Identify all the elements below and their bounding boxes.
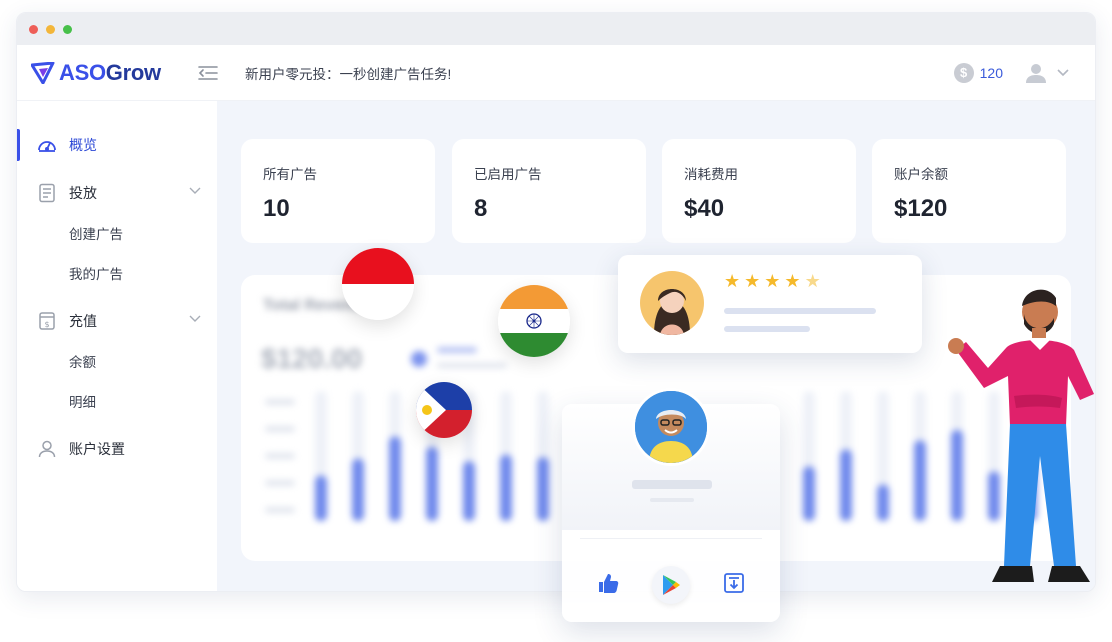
document-icon	[37, 183, 57, 203]
logo-aso: ASO	[59, 59, 106, 85]
logo-grow: Grow	[105, 59, 161, 85]
sidebar-item-campaign[interactable]: 投放	[17, 173, 217, 213]
stat-card-balance[interactable]: 账户余额 $120	[872, 139, 1066, 243]
stat-label: 所有广告	[263, 167, 317, 182]
star-icon: ★	[724, 271, 741, 291]
sidebar-subitem-create-ad[interactable]: 创建广告	[17, 213, 217, 253]
stat-card-all-ads[interactable]: 所有广告 10	[241, 139, 435, 243]
review-text-line	[724, 326, 810, 332]
promo-text: 新用户零元投：一秒创建广告任务!	[245, 66, 452, 82]
sidebar: 概览 投放 创建广告 我的广告 $ 充值 余额 明细 账户设置	[17, 101, 217, 591]
review-text-line	[724, 308, 876, 314]
chevron-down-icon	[1057, 68, 1069, 76]
sidebar-item-recharge[interactable]: $ 充值	[17, 301, 217, 341]
chart-bar	[840, 449, 852, 521]
chart-bar	[463, 461, 475, 521]
logo[interactable]: ASOGrow	[31, 60, 181, 86]
sidebar-subitem-balance[interactable]: 余额	[17, 341, 217, 381]
sidebar-item-label: 投放	[69, 185, 97, 201]
chart-bar	[537, 457, 549, 521]
sidebar-item-overview[interactable]: 概览	[17, 125, 217, 165]
y-tick-placeholder	[265, 399, 295, 405]
user-menu[interactable]	[1025, 62, 1069, 84]
stat-label: 账户余额	[894, 167, 948, 182]
download-icon[interactable]	[723, 572, 745, 599]
chart-bar	[389, 436, 401, 521]
coin-balance[interactable]: $ 120	[953, 62, 1003, 83]
coin-balance-value: 120	[979, 64, 1003, 81]
chart-bar	[426, 446, 438, 521]
app-subtitle-placeholder	[650, 498, 694, 502]
close-dot[interactable]	[29, 24, 38, 34]
maximize-dot[interactable]	[63, 24, 72, 34]
indonesia-flag-icon	[342, 248, 414, 320]
chevron-down-icon[interactable]	[189, 187, 201, 195]
y-tick-placeholder	[265, 480, 295, 486]
person-illustration	[948, 289, 1094, 582]
minimize-dot[interactable]	[46, 24, 55, 34]
marketing-hero: ASOGrow 新用户零元投：一秒创建广告任务! $ 120 概览 投放 创建广…	[0, 0, 1112, 642]
app-actions	[562, 566, 780, 604]
sidebar-subitem-my-ads[interactable]: 我的广告	[17, 253, 217, 293]
sidebar-item-label: 概览	[69, 137, 97, 153]
collapse-sidebar-icon[interactable]	[197, 62, 219, 84]
stat-label: 已启用广告	[474, 167, 542, 182]
star-half-icon: ★	[804, 271, 821, 291]
window-titlebar	[17, 13, 1095, 45]
google-play-icon[interactable]	[651, 566, 690, 604]
stat-label: 消耗费用	[684, 167, 738, 182]
chart-bar	[877, 484, 889, 521]
chart-bar	[803, 466, 815, 521]
recharge-icon: $	[37, 311, 57, 331]
philippines-flag-icon	[416, 382, 472, 438]
y-tick-placeholder	[265, 426, 295, 432]
divider	[580, 538, 762, 539]
stat-value: 8	[474, 195, 488, 222]
app-avatar	[632, 388, 710, 466]
y-tick-placeholder	[265, 453, 295, 459]
thumbs-up-icon[interactable]	[597, 573, 619, 598]
stat-value: $120	[894, 195, 948, 222]
chart-bar	[352, 458, 364, 521]
star-icon: ★	[784, 271, 801, 291]
dashboard-icon	[37, 135, 57, 155]
reviewer-avatar	[640, 271, 704, 335]
user-icon	[37, 439, 57, 459]
rating-stars: ★ ★ ★ ★ ★	[724, 271, 821, 292]
india-flag-icon	[498, 285, 570, 357]
stat-card-spend[interactable]: 消耗费用 $40	[662, 139, 856, 243]
sidebar-item-account-settings[interactable]: 账户设置	[17, 429, 217, 469]
chart-bar	[500, 454, 512, 521]
coin-icon: $	[953, 62, 974, 83]
svg-text:$: $	[44, 320, 49, 329]
app-header: ASOGrow 新用户零元投：一秒创建广告任务! $ 120	[17, 45, 1095, 101]
chevron-down-icon[interactable]	[189, 315, 201, 323]
sidebar-subitem-details[interactable]: 明细	[17, 381, 217, 421]
y-tick-placeholder	[265, 507, 295, 513]
stat-value: 10	[263, 195, 290, 222]
app-name-placeholder	[632, 480, 712, 489]
logo-icon	[31, 61, 55, 84]
stat-card-active-ads[interactable]: 已启用广告 8	[452, 139, 646, 243]
star-icon: ★	[744, 271, 761, 291]
stat-value: $40	[684, 195, 725, 222]
review-card: ★ ★ ★ ★ ★	[618, 255, 922, 353]
user-avatar-icon	[1026, 63, 1046, 83]
sidebar-item-label: 充值	[69, 313, 97, 329]
sidebar-item-label: 账户设置	[69, 441, 125, 457]
star-icon: ★	[764, 271, 781, 291]
chart-bar	[914, 440, 926, 521]
chart-bar	[315, 475, 327, 521]
